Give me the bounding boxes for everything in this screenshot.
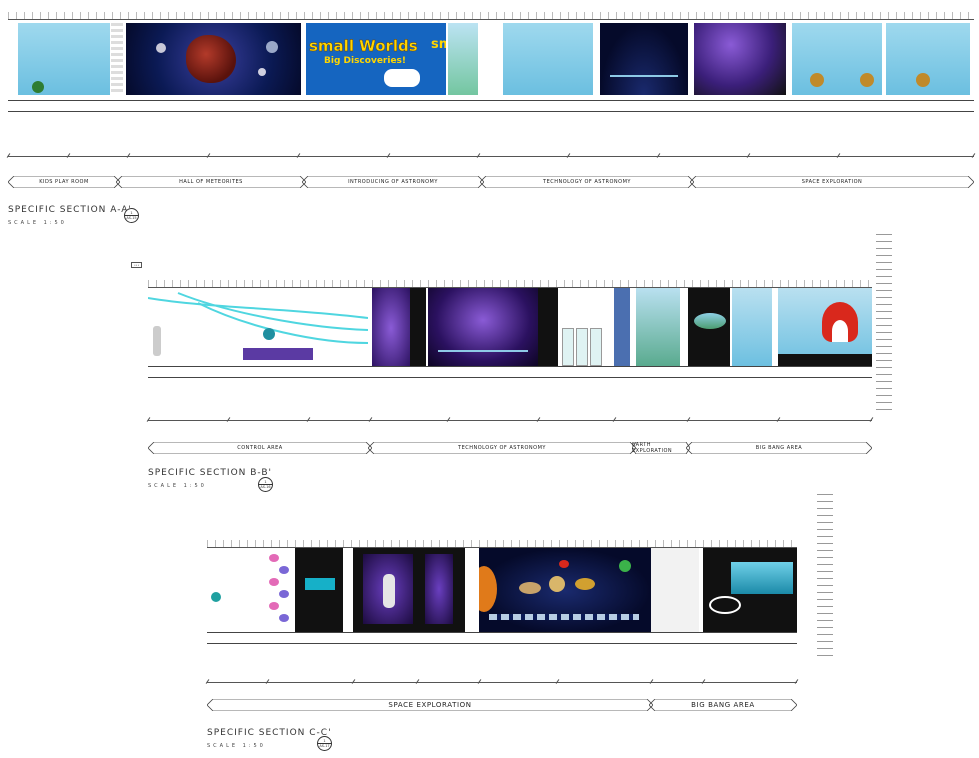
- zone-kids-play-room: KIDS PLAY ROOM: [8, 176, 120, 188]
- banner-title: small Worlds: [309, 37, 418, 55]
- speech-bubble: [384, 69, 420, 87]
- astronaut-figure: [383, 574, 395, 608]
- sky-wall: [503, 23, 593, 95]
- section-b-floor: [148, 366, 872, 378]
- space-exploration-wall: [792, 23, 882, 95]
- section-c-scale: SCALE 1:50: [207, 743, 266, 749]
- control-area-wall: [148, 288, 368, 368]
- zone-space-exploration-c: SPACE EXPLORATION: [207, 699, 653, 711]
- column: [111, 23, 123, 95]
- zone-space-exploration: SPACE EXPLORATION: [690, 176, 974, 188]
- observatory-dome-mural: [600, 23, 688, 95]
- section-b-reference-marker: 1 AS-16: [258, 477, 273, 492]
- section-c-level-scale: [817, 488, 833, 656]
- alien-icon: [619, 560, 631, 572]
- section-a-floor: [8, 100, 974, 112]
- banner-subtitle: Big Discoveries!: [324, 56, 407, 66]
- planet-icon: [211, 592, 221, 602]
- display-cabinets: [558, 288, 606, 368]
- solar-system-mural: [479, 548, 651, 634]
- section-a-scale: SCALE 1:50: [8, 220, 67, 226]
- pattern-column: [614, 288, 630, 368]
- zone-control-area: CONTROL AREA: [148, 442, 372, 454]
- landscape-panel: [448, 23, 478, 95]
- astronaut-figure: [153, 326, 161, 356]
- planet-icon: [916, 73, 930, 87]
- planet-icon: [258, 68, 266, 76]
- small-worlds-banner: small Worlds sm Big Discoveries!: [306, 23, 446, 95]
- big-bang-screen: [703, 548, 797, 634]
- big-bang-entry: [651, 548, 699, 634]
- big-bang-sky: [732, 288, 772, 368]
- planet-icon: [519, 582, 541, 594]
- zone-hall-of-meteorites: HALL OF METEORITES: [116, 176, 306, 188]
- section-a-elevation: small Worlds sm Big Discoveries!: [8, 19, 974, 103]
- section-c-reference-marker: 1 AS-17: [317, 736, 332, 751]
- planet-icon: [810, 73, 824, 87]
- astronaut-alcove: [353, 548, 465, 634]
- section-b-tag: •••: [131, 262, 143, 268]
- section-c-floor: [207, 632, 797, 644]
- planet-icon: [266, 41, 278, 53]
- zone-big-bang-area-b: BIG BANG AREA: [686, 442, 872, 454]
- globe-icon: [32, 81, 44, 93]
- section-a-title: SPECIFIC SECTION A-A': [8, 205, 132, 215]
- earth-exploration-screen: [688, 288, 730, 368]
- zone-earth-exploration: EARTH EXPLORATION: [632, 442, 690, 454]
- rocket-icon: [559, 560, 569, 568]
- telescope-mural: [428, 288, 538, 368]
- section-b-scale: SCALE 1:50: [148, 483, 207, 489]
- dark-column: [410, 288, 426, 368]
- zone-big-bang-area-c: BIG BANG AREA: [649, 699, 797, 711]
- kids-play-room-wall: [18, 23, 110, 95]
- section-c-elevation: [207, 547, 797, 635]
- planet-icon: [575, 578, 595, 590]
- space-exploration-wall-2: [886, 23, 970, 95]
- section-b-dimension-line: [146, 412, 874, 422]
- seating-row: [243, 348, 313, 360]
- hall-of-meteorites-mural: [126, 23, 301, 95]
- comet-mural: [694, 23, 786, 95]
- earth-icon: [263, 328, 275, 340]
- section-a-reference-marker: 1 AS-15: [124, 208, 139, 223]
- sun-icon: [479, 566, 497, 612]
- planet-icon: [549, 576, 565, 592]
- big-bang-wall: [778, 288, 872, 368]
- nebula-panel: [372, 288, 410, 368]
- meteorite-icon: [186, 35, 236, 83]
- section-a-dimension-line: [6, 148, 976, 158]
- banner-title-overflow: sm: [431, 37, 446, 52]
- dark-column: [538, 288, 558, 368]
- section-b-level-scale: [876, 228, 892, 410]
- space-exploration-entry: [207, 548, 263, 634]
- section-c-dimension-line: [205, 674, 799, 684]
- dark-screen: [295, 548, 343, 634]
- telescope-deck: [438, 350, 528, 352]
- zone-technology-of-astronomy: TECHNOLOGY OF ASTRONOMY: [480, 176, 694, 188]
- telescope-deck: [610, 75, 678, 77]
- zone-introducing-astronomy: INTRODUCING OF ASTRONOMY: [302, 176, 484, 188]
- section-c-title: SPECIFIC SECTION C-C': [207, 728, 332, 738]
- planet-icon: [860, 73, 874, 87]
- section-b-elevation: [148, 287, 872, 369]
- section-b-title: SPECIFIC SECTION B-B': [148, 468, 273, 478]
- planet-icon: [156, 43, 166, 53]
- zone-technology-of-astronomy-b: TECHNOLOGY OF ASTRONOMY: [368, 442, 636, 454]
- pebble-wall: [265, 548, 293, 634]
- earth-exploration-panel: [636, 288, 680, 368]
